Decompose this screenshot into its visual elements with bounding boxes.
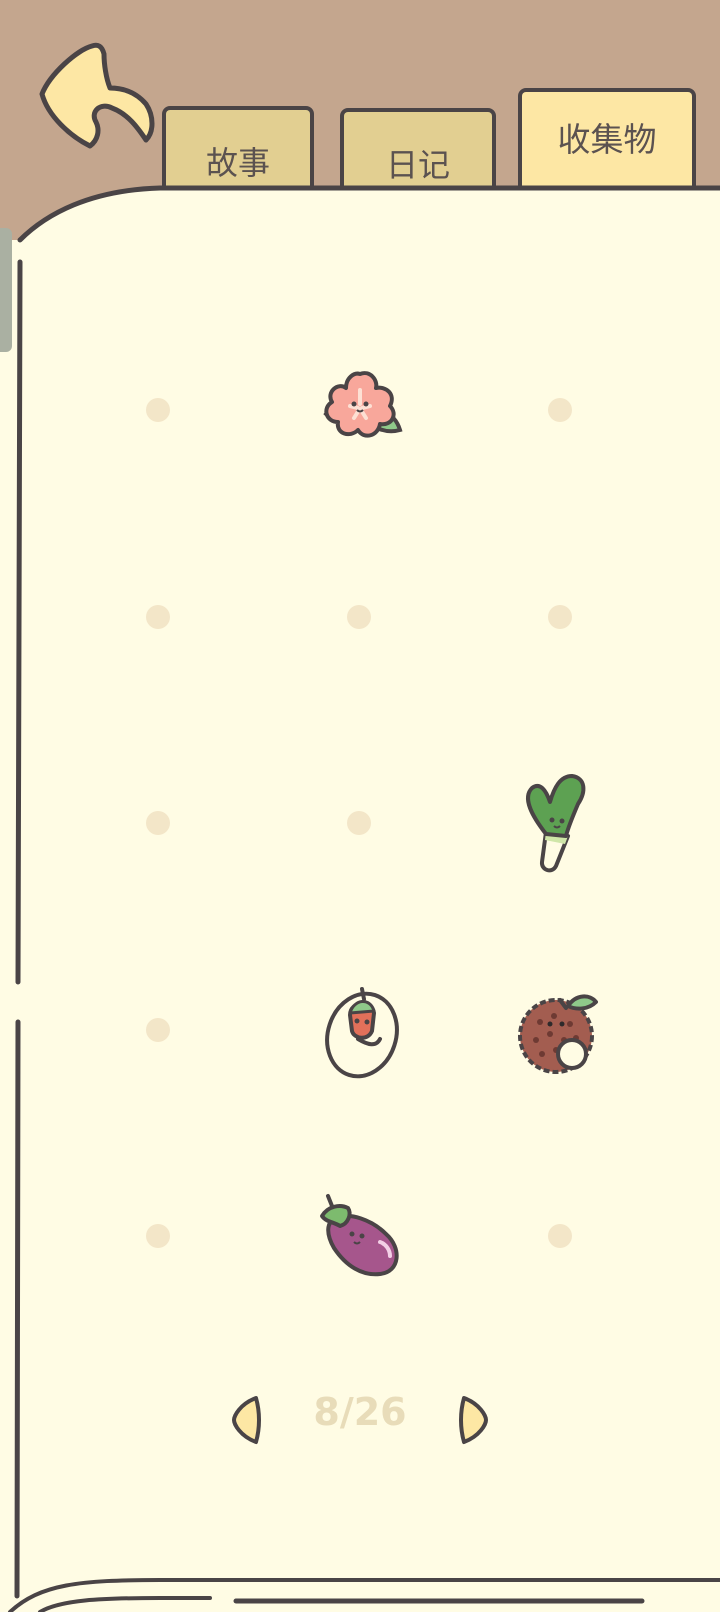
next-page-button[interactable] xyxy=(454,1394,490,1446)
tab-collection[interactable]: 收集物 xyxy=(518,88,696,190)
collection-slot-2[interactable] xyxy=(300,350,420,470)
collection-slot-8[interactable] xyxy=(299,763,419,883)
tab-story[interactable]: 故事 xyxy=(162,106,314,190)
lychee-icon xyxy=(518,994,598,1074)
empty-slot-dot xyxy=(548,605,572,629)
flower-icon xyxy=(323,371,403,438)
collection-slot-6[interactable] xyxy=(500,557,620,677)
empty-slot-dot xyxy=(347,811,371,835)
empty-slot-dot xyxy=(146,1018,170,1042)
empty-slot-dot xyxy=(146,1224,170,1248)
empty-slot-dot xyxy=(548,1224,572,1248)
prev-page-button[interactable] xyxy=(230,1394,266,1446)
empty-slot-dot xyxy=(146,605,170,629)
collection-slot-10[interactable] xyxy=(98,970,218,1090)
tab-diary[interactable]: 日记 xyxy=(340,108,496,190)
collection-slot-4[interactable] xyxy=(98,557,218,677)
collection-slot-5[interactable] xyxy=(299,557,419,677)
leek-icon xyxy=(526,774,586,873)
empty-slot-dot xyxy=(146,811,170,835)
empty-slot-dot xyxy=(548,398,572,422)
collection-slot-15[interactable] xyxy=(500,1176,620,1296)
eggplant-icon xyxy=(320,1194,399,1277)
collection-slot-12[interactable] xyxy=(500,970,620,1090)
back-arrow-button[interactable] xyxy=(30,36,170,156)
collection-slot-1[interactable] xyxy=(98,350,218,470)
tab-story-label: 故事 xyxy=(205,144,270,182)
collection-slot-11[interactable] xyxy=(300,970,420,1090)
tab-collection-label: 收集物 xyxy=(557,120,657,159)
page-counter: 8/26 xyxy=(313,1390,407,1434)
collection-slot-3[interactable] xyxy=(500,350,620,470)
seed-icon xyxy=(325,987,399,1079)
collection-slot-14[interactable] xyxy=(300,1176,420,1296)
scrollbar-thumb[interactable] xyxy=(0,228,12,352)
collection-slot-13[interactable] xyxy=(98,1176,218,1296)
empty-slot-dot xyxy=(347,605,371,629)
tab-diary-label: 日记 xyxy=(385,146,450,184)
empty-slot-dot xyxy=(146,398,170,422)
collection-slot-7[interactable] xyxy=(98,763,218,883)
collection-slot-9[interactable] xyxy=(500,763,620,883)
